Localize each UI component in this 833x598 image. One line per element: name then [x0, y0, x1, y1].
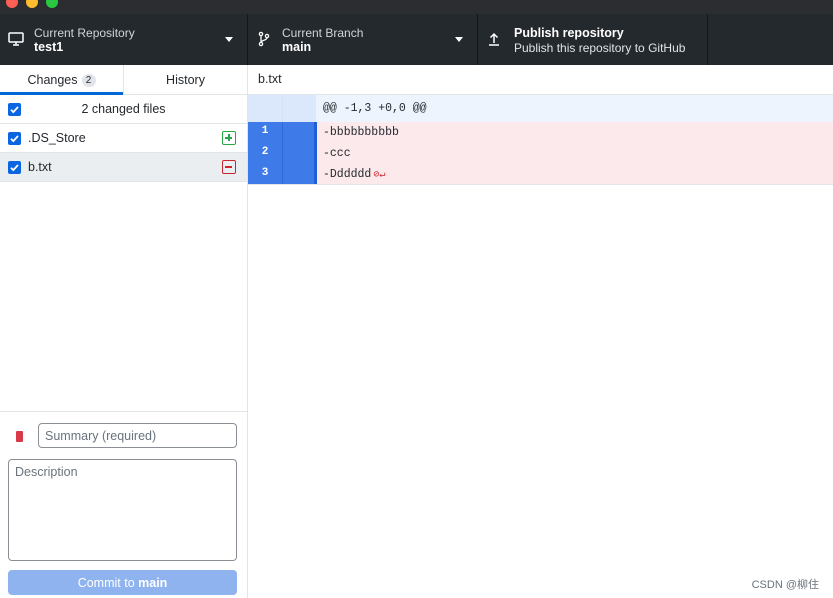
upload-icon — [489, 32, 499, 46]
commit-button-branch: main — [138, 575, 168, 590]
changed-files-header: 2 changed files — [0, 95, 247, 124]
sidebar-tabs: Changes 2 History — [0, 65, 247, 95]
commit-description-input[interactable] — [8, 459, 237, 561]
publish-repository-button[interactable]: Publish repository Publish this reposito… — [478, 14, 708, 65]
file-added-icon — [222, 131, 236, 145]
branch-icon — [258, 31, 270, 47]
old-line-gutter: 2 — [248, 143, 282, 164]
publish-title: Publish repository — [514, 26, 624, 40]
old-line-number: 2 — [261, 146, 269, 158]
branch-caption: Current Branch — [282, 26, 364, 40]
old-line-gutter: 3 — [248, 164, 282, 184]
hunk-header-text: @@ -1,3 +0,0 @@ — [323, 102, 427, 115]
tab-changes-label: Changes — [27, 73, 78, 87]
file-deleted-icon — [222, 160, 236, 174]
maximize-window-button[interactable] — [46, 0, 58, 8]
chevron-down-icon — [455, 37, 463, 42]
window-title-bar — [0, 0, 833, 14]
file-checkbox[interactable] — [8, 161, 21, 174]
diff-line[interactable]: 3 -Dddddd ⊘↵ — [248, 164, 833, 185]
watermark: CSDN @柳住 — [751, 579, 819, 591]
tab-history[interactable]: History — [124, 65, 247, 94]
new-line-gutter — [282, 143, 316, 164]
diff-line-text: -Dddddd — [323, 168, 372, 181]
changes-count-badge: 2 — [81, 74, 96, 87]
branch-name: main — [282, 40, 312, 54]
file-checkbox[interactable] — [8, 132, 21, 145]
current-branch-dropdown[interactable]: Current Branch main — [248, 14, 478, 65]
file-row-b-txt[interactable]: b.txt — [0, 153, 247, 182]
changes-sidebar: Changes 2 History 2 changed files .DS_Sto… — [0, 65, 248, 598]
tab-changes[interactable]: Changes 2 — [0, 65, 124, 95]
no-newline-icon: ⊘↵ — [373, 170, 386, 181]
desktop-icon — [8, 32, 24, 46]
diff-hunk-header: @@ -1,3 +0,0 @@ — [248, 95, 833, 122]
file-name: b.txt — [28, 160, 52, 174]
old-line-gutter: 1 — [248, 122, 282, 143]
file-row-ds-store[interactable]: .DS_Store — [0, 124, 247, 153]
commit-button-label: Commit to — [77, 575, 135, 590]
diff-line[interactable]: 1 -bbbbbbbbbb — [248, 122, 833, 143]
toolbar: Current Repository test1 Current Branch … — [0, 14, 833, 65]
diff-line-text: -bbbbbbbbbb — [323, 126, 399, 139]
commit-button[interactable]: Commit to main — [8, 570, 237, 595]
diff-line-text: -ccc — [323, 147, 351, 160]
commit-summary-input[interactable] — [38, 423, 237, 448]
minimize-window-button[interactable] — [26, 0, 38, 8]
chevron-down-icon — [225, 37, 233, 42]
old-line-number: 1 — [261, 125, 269, 137]
file-name: .DS_Store — [28, 131, 86, 145]
diff-file-name: b.txt — [258, 72, 282, 86]
tab-history-label: History — [166, 73, 205, 87]
line-selection-bar — [314, 122, 317, 143]
publish-subtitle: Publish this repository to GitHub — [514, 41, 686, 55]
new-line-gutter — [282, 164, 316, 184]
old-line-number: 3 — [261, 167, 269, 179]
line-selection-bar — [314, 164, 317, 184]
diff-line-content: -Dddddd ⊘↵ — [323, 168, 385, 181]
commit-panel: Commit to main — [0, 411, 247, 598]
repository-name: test1 — [34, 40, 64, 54]
diff-view: @@ -1,3 +0,0 @@ 1 -bbbbbbbbbb 2 -ccc 3 -… — [248, 95, 833, 185]
diff-line[interactable]: 2 -ccc — [248, 143, 833, 164]
current-repository-dropdown[interactable]: Current Repository test1 — [0, 14, 248, 65]
changed-files-count: 2 changed files — [81, 102, 166, 116]
diff-file-header: b.txt — [248, 65, 833, 95]
repository-caption: Current Repository — [34, 26, 135, 40]
close-window-button[interactable] — [6, 0, 18, 8]
line-selection-bar — [314, 143, 317, 164]
new-line-gutter — [282, 122, 316, 143]
avatar — [16, 431, 23, 442]
checkmark-icon — [10, 164, 19, 172]
new-line-gutter — [282, 95, 316, 122]
checkmark-icon — [10, 135, 19, 143]
old-line-gutter — [248, 95, 282, 122]
